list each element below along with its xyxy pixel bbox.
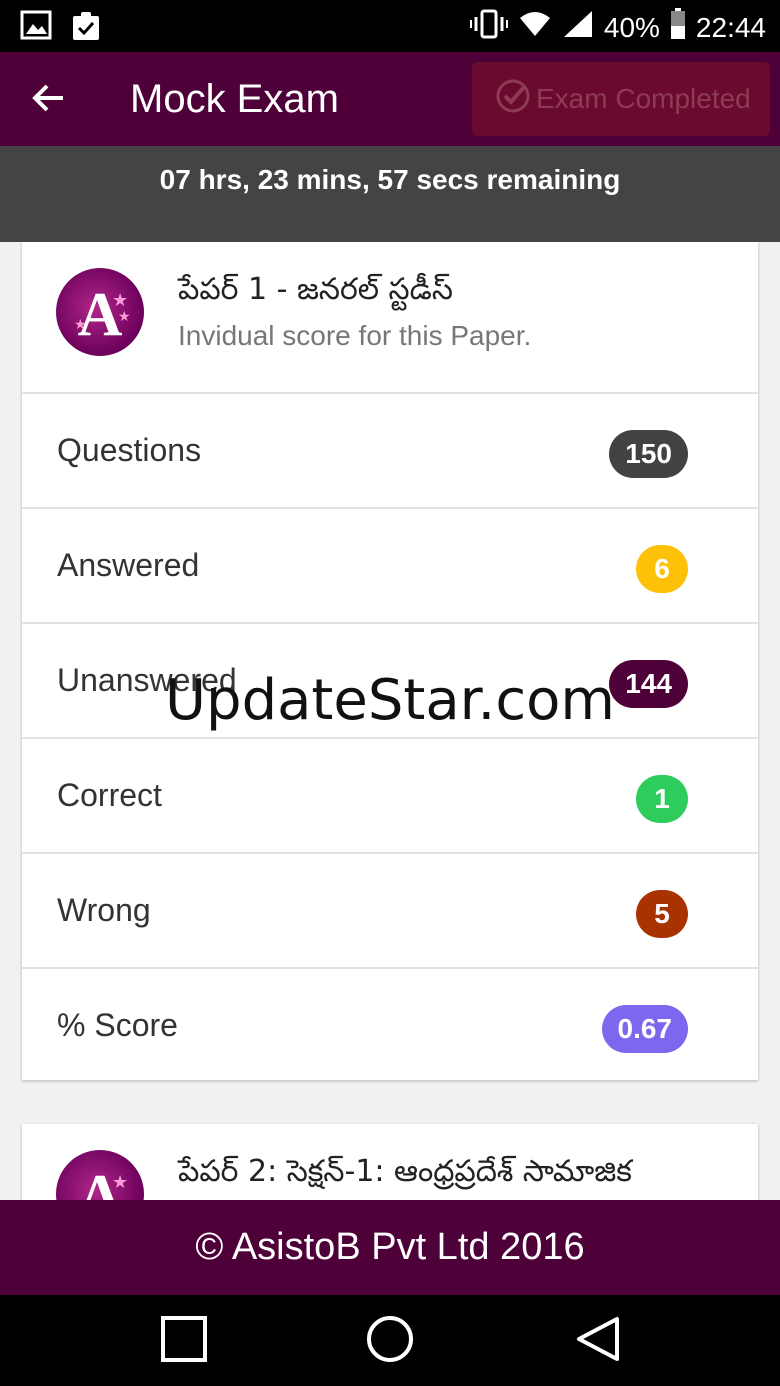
exam-completed-label: Exam Completed [536,83,751,114]
exam-completed-button[interactable]: Exam Completed [472,62,770,136]
stat-label: Wrong [57,892,151,928]
stat-row-answered: Answered 6 [22,509,758,624]
stat-badge: 1 [636,775,688,823]
app-bar: Mock Exam Exam Completed [0,52,780,146]
vibrate-icon [469,8,508,47]
app-logo: A ★ [56,1150,144,1200]
paper-card[interactable]: A ★ పేపర్ 2: సెక్షన్-1: ఆంధ్రప్రదేశ్ సామ… [22,1124,758,1200]
stat-label: % Score [57,1007,178,1043]
footer: © AsistoB Pvt Ltd 2016 [0,1200,780,1295]
paper-header: A ★ ★ ★ పేపర్ 1 - జనరల్ స్టడీస్ Invidual… [22,242,758,394]
app-logo: A ★ ★ ★ [56,268,144,356]
image-icon [20,10,52,47]
time-remaining: 07 hrs, 23 mins, 57 secs remaining [159,164,621,195]
clock: 22:44 [695,11,766,43]
score-list[interactable]: A ★ ★ ★ పేపర్ 1 - జనరల్ స్టడీస్ Invidual… [0,242,780,1200]
system-nav-bar [0,1295,780,1386]
stat-badge: 6 [636,545,688,593]
stat-row-questions: Questions 150 [22,394,758,509]
stat-label: Answered [57,547,200,583]
paper-header: A ★ పేపర్ 2: సెక్షన్-1: ఆంధ్రప్రదేశ్ సామ… [22,1124,758,1200]
stat-row-score: % Score 0.67 [22,969,758,1084]
paper-card: A ★ ★ ★ పేపర్ 1 - జనరల్ స్టడీస్ Invidual… [22,242,758,1080]
recents-icon [160,1315,208,1368]
timer-bar: 07 hrs, 23 mins, 57 secs remaining [0,146,780,242]
stat-badge: 5 [636,890,688,938]
page-title: Mock Exam [130,77,339,121]
wifi-icon [518,10,552,45]
stat-label: Unanswered [57,662,237,698]
stat-badge: 0.67 [601,1005,688,1053]
battery-icon [670,8,686,47]
stat-row-correct: Correct 1 [22,739,758,854]
stat-badge: 150 [609,430,688,478]
stat-label: Correct [57,777,162,813]
signal-icon [562,9,594,46]
home-icon [365,1314,415,1369]
clipboard-check-icon [70,10,102,47]
check-circle-icon [494,77,532,122]
back-icon [575,1315,621,1368]
paper-title: పేపర్ 1 - జనరల్ స్టడీస్ [178,272,453,307]
back-button[interactable] [22,74,74,126]
status-bar: 40% 22:44 [0,0,780,52]
paper-subtitle: Invidual score for this Paper. [178,320,532,351]
stat-badge: 144 [609,660,688,708]
home-button[interactable] [362,1313,418,1369]
recents-button[interactable] [156,1313,212,1369]
stat-row-unanswered: Unanswered 144 [22,624,758,739]
stat-label: Questions [57,432,202,468]
paper-title: పేపర్ 2: సెక్షన్-1: ఆంధ్రప్రదేశ్ సామాజిక [178,1154,632,1189]
system-back-button[interactable] [570,1313,626,1369]
battery-percent: 40% [603,11,660,43]
back-arrow-icon [31,83,65,118]
stat-row-wrong: Wrong 5 [22,854,758,969]
